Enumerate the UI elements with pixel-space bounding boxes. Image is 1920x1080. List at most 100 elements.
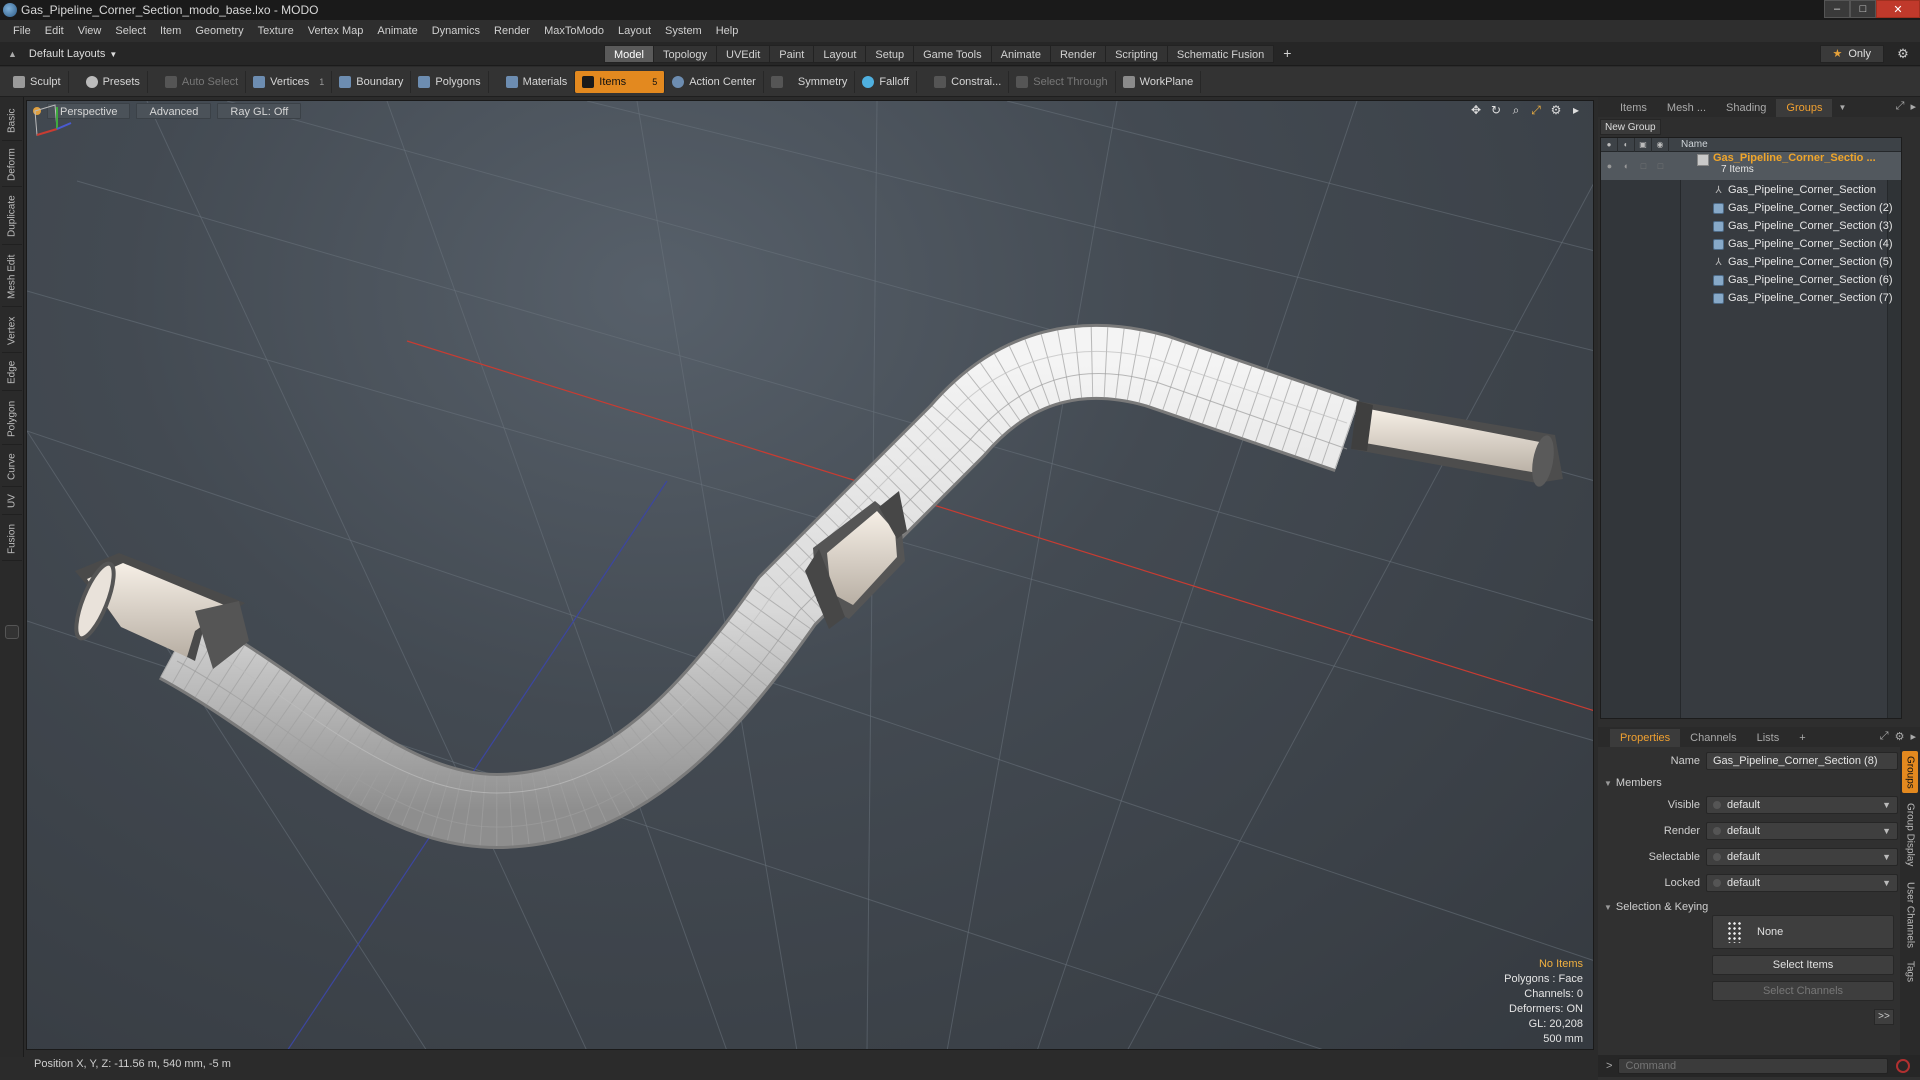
collapse-arrow-icon[interactable]: ▲ — [8, 49, 17, 59]
select-channels-button[interactable]: Select Channels — [1712, 981, 1894, 1001]
gear-icon[interactable]: ⚙ — [1894, 45, 1912, 63]
auto-select-button[interactable]: Auto Select — [158, 70, 247, 93]
fit-icon[interactable]: ⤢ — [1529, 103, 1543, 117]
group-child-7[interactable]: Gas_Pipeline_Corner_Section (7) — [1601, 289, 1901, 307]
select-through-button[interactable]: Select Through — [1009, 70, 1116, 93]
close-button[interactable]: ✕ — [1876, 0, 1920, 18]
select-col-icon[interactable]: ◉ — [1652, 137, 1669, 152]
select-items-button[interactable]: Select Items — [1712, 955, 1894, 975]
vtab-polygon[interactable]: Polygon — [2, 393, 22, 445]
new-group-button[interactable]: New Group — [1600, 119, 1661, 135]
vtab-vertex[interactable]: Vertex — [2, 309, 22, 353]
menu-maxtomodo[interactable]: MaxToModo — [537, 20, 611, 42]
maximize-button[interactable]: □ — [1850, 0, 1876, 18]
group-child-2[interactable]: Gas_Pipeline_Corner_Section (2) — [1601, 199, 1901, 217]
vertices-button[interactable]: Vertices 1 — [246, 70, 333, 93]
tab-properties[interactable]: Properties — [1610, 729, 1681, 747]
tab-game-tools[interactable]: Game Tools — [913, 45, 991, 63]
render-toggle-icon[interactable]: ◐ — [1618, 152, 1635, 180]
group-child-6[interactable]: Gas_Pipeline_Corner_Section (6) — [1601, 271, 1901, 289]
vtab-uv[interactable]: UV — [2, 489, 22, 515]
menu-item[interactable]: Item — [153, 20, 188, 42]
menu-dynamics[interactable]: Dynamics — [425, 20, 487, 42]
visible-dropdown[interactable]: default ▼ — [1706, 796, 1898, 814]
lock-col-icon[interactable]: ▣ — [1635, 137, 1652, 152]
group-child-3[interactable]: Gas_Pipeline_Corner_Section (3) — [1601, 217, 1901, 235]
sculpt-button[interactable]: Sculpt — [6, 70, 69, 93]
menu-vertex-map[interactable]: Vertex Map — [301, 20, 371, 42]
expand-icon[interactable] — [5, 625, 19, 639]
tab-animate[interactable]: Animate — [990, 45, 1050, 63]
menu-animate[interactable]: Animate — [370, 20, 424, 42]
menu-file[interactable]: File — [6, 20, 38, 42]
vtab-curve[interactable]: Curve — [2, 447, 22, 487]
tab-setup[interactable]: Setup — [865, 45, 914, 63]
vtab-user-channels[interactable]: User Channels — [1902, 877, 1918, 953]
add-properties-tab-button[interactable]: + — [1789, 729, 1815, 747]
properties-menu-icon[interactable]: ▸ — [1910, 730, 1916, 743]
tabs-dropdown-icon[interactable]: ▼ — [1838, 99, 1846, 117]
tab-lists[interactable]: Lists — [1747, 729, 1790, 747]
tab-paint[interactable]: Paint — [769, 45, 814, 63]
none-button[interactable]: None — [1712, 915, 1894, 949]
group-row[interactable]: ● ◐ □ □ Gas_Pipeline_Corner_Sectio ... 7… — [1601, 152, 1901, 180]
vtab-mesh-edit[interactable]: Mesh Edit — [2, 247, 22, 307]
boundary-button[interactable]: Boundary — [332, 70, 412, 93]
tab-model[interactable]: Model — [604, 45, 653, 63]
lock-toggle-icon[interactable]: □ — [1635, 152, 1652, 180]
more-button[interactable]: >> — [1874, 1009, 1894, 1025]
tab-uvedit[interactable]: UVEdit — [716, 45, 770, 63]
menu-view[interactable]: View — [71, 20, 109, 42]
minimize-button[interactable]: – — [1824, 0, 1850, 18]
menu-geometry[interactable]: Geometry — [188, 20, 250, 42]
items-button[interactable]: Items 5 — [575, 70, 666, 93]
tab-render[interactable]: Render — [1049, 45, 1106, 63]
tab-schematic-fusion[interactable]: Schematic Fusion — [1166, 45, 1275, 63]
3d-viewport[interactable]: Perspective Advanced Ray GL: Off ✥ ↻ ⌕ ⤢… — [26, 100, 1594, 1050]
ray-gl-button[interactable]: Ray GL: Off — [217, 103, 302, 119]
falloff-button[interactable]: Falloff — [855, 70, 918, 93]
layout-selector[interactable]: ▲ Default Layouts ▼ — [8, 45, 117, 63]
tab-items[interactable]: Items — [1610, 99, 1657, 117]
menu-select[interactable]: Select — [108, 20, 153, 42]
vtab-edge[interactable]: Edge — [2, 355, 22, 391]
viewport-gear-icon[interactable]: ⚙ — [1549, 103, 1563, 117]
tab-topology[interactable]: Topology — [652, 45, 717, 63]
group-child-4[interactable]: Gas_Pipeline_Corner_Section (4) — [1601, 235, 1901, 253]
add-tab-button[interactable]: + — [1274, 45, 1300, 63]
menu-render[interactable]: Render — [487, 20, 537, 42]
locked-dropdown[interactable]: default ▼ — [1706, 874, 1898, 892]
symmetry-button[interactable]: Symmetry — [764, 70, 856, 93]
vtab-tags[interactable]: Tags — [1902, 957, 1918, 987]
tab-groups[interactable]: Groups — [1776, 99, 1833, 117]
tab-scripting[interactable]: Scripting — [1105, 45, 1167, 63]
vtab-duplicate[interactable]: Duplicate — [2, 189, 22, 245]
rotate-icon[interactable]: ↻ — [1489, 103, 1503, 117]
expand-arrow-icon[interactable]: ▸ — [1569, 103, 1583, 117]
advanced-button[interactable]: Advanced — [136, 103, 212, 119]
tab-mesh[interactable]: Mesh ... — [1657, 99, 1716, 117]
panel-menu-icon[interactable]: ▸ — [1910, 100, 1916, 113]
vtab-group-display[interactable]: Group Display — [1902, 797, 1918, 873]
presets-button[interactable]: Presets — [79, 70, 148, 93]
maximize-properties-icon[interactable]: ⤢ — [1880, 730, 1889, 743]
pan-icon[interactable]: ✥ — [1469, 103, 1483, 117]
record-icon[interactable] — [1896, 1059, 1911, 1073]
render-dropdown[interactable]: default ▼ — [1706, 822, 1898, 840]
constrain-button[interactable]: Constrai... — [927, 70, 1010, 93]
menu-help[interactable]: Help — [709, 20, 746, 42]
selectable-dropdown[interactable]: default ▼ — [1706, 848, 1898, 866]
menu-edit[interactable]: Edit — [38, 20, 71, 42]
name-field[interactable]: Gas_Pipeline_Corner_Section (8) — [1706, 752, 1898, 770]
maximize-panel-icon[interactable]: ⤢ — [1896, 100, 1905, 113]
workplane-button[interactable]: WorkPlane — [1116, 70, 1202, 93]
tab-shading[interactable]: Shading — [1716, 99, 1776, 117]
menu-system[interactable]: System — [658, 20, 709, 42]
vtab-basic[interactable]: Basic — [2, 101, 22, 141]
group-child-5[interactable]: ⅄ Gas_Pipeline_Corner_Section (5) — [1601, 253, 1901, 271]
polygons-button[interactable]: Polygons — [411, 70, 489, 93]
vtab-fusion[interactable]: Fusion — [2, 517, 22, 561]
visibility-col-icon[interactable]: ● — [1601, 137, 1618, 152]
menu-layout[interactable]: Layout — [611, 20, 658, 42]
tab-layout[interactable]: Layout — [813, 45, 866, 63]
